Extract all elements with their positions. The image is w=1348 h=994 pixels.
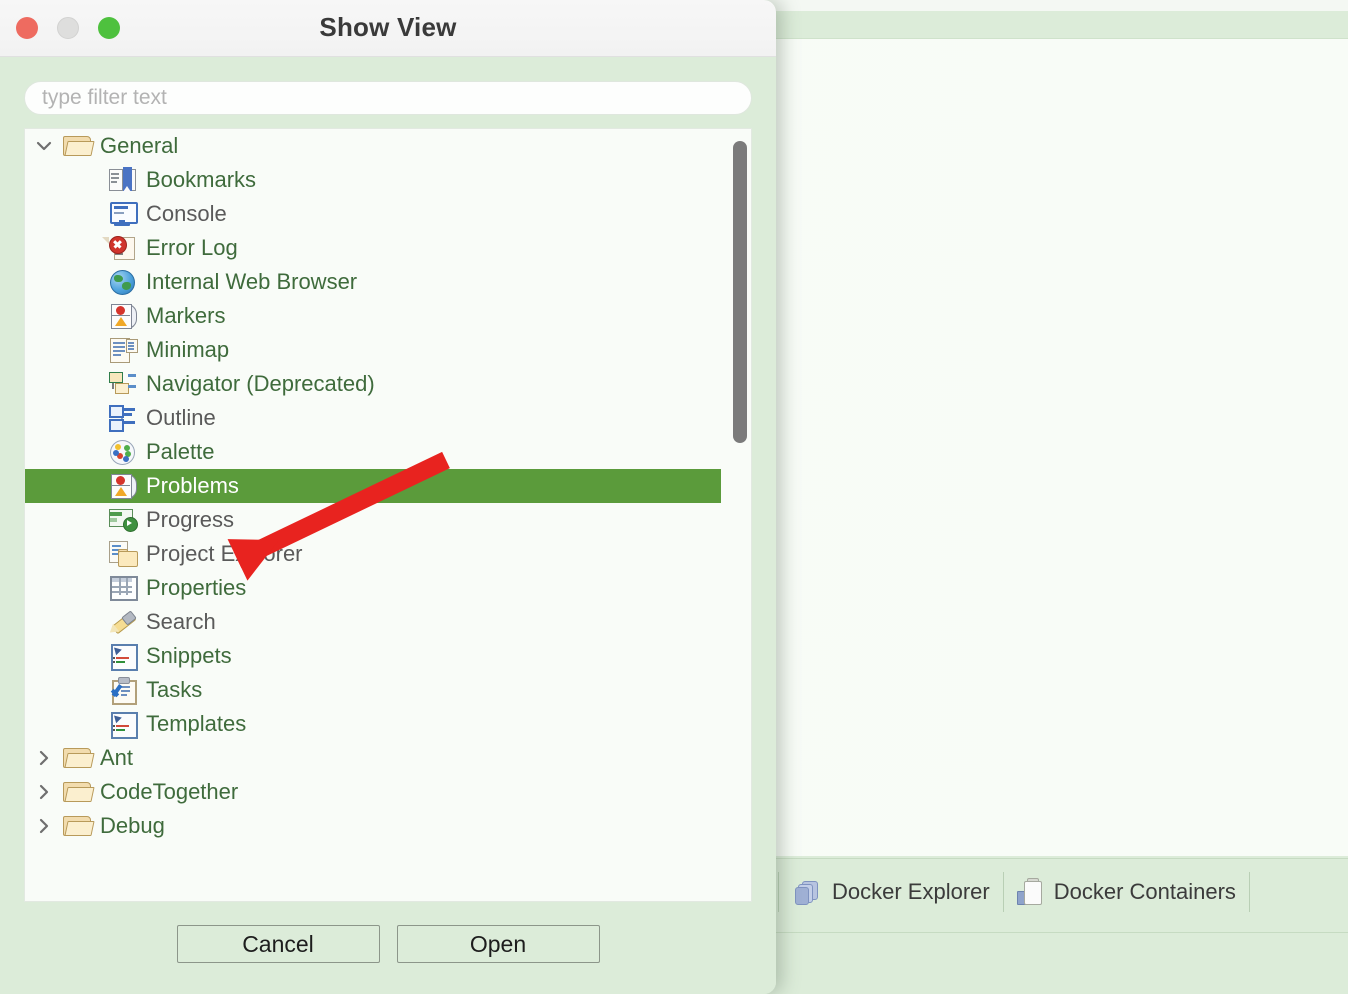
view-tree-list: General Bookmarks Console Error Log Internal… <box>25 129 721 843</box>
tree-item-ant[interactable]: Ant <box>25 741 721 775</box>
tree-item-progress[interactable]: Progress <box>25 503 721 537</box>
tree-item-codetogether[interactable]: CodeTogether <box>25 775 721 809</box>
dialog-button-row: Cancel Open <box>0 925 776 963</box>
tree-item-label: Minimap <box>146 337 230 362</box>
tree-item-label: General <box>100 133 179 158</box>
tree-item-label: Bookmarks <box>146 167 257 192</box>
cancel-button[interactable]: Cancel <box>176 925 380 963</box>
tree-item-problems[interactable]: Problems <box>25 469 721 503</box>
docker-explorer-icon <box>795 879 821 905</box>
folder-open-icon <box>63 813 95 839</box>
tree-item-general[interactable]: General <box>25 129 721 163</box>
tree-item-bookmarks[interactable]: Bookmarks <box>25 163 721 197</box>
folder-open-icon <box>63 745 95 771</box>
tree-item-label: Problems <box>146 473 239 498</box>
tree-item-outline[interactable]: Outline <box>25 401 721 435</box>
markers-icon <box>109 303 139 329</box>
minimap-icon <box>109 337 139 363</box>
tree-item-templates[interactable]: Templates <box>25 707 721 741</box>
tree-item-label: Debug <box>100 813 165 838</box>
dialog-title: Show View <box>319 12 457 42</box>
tree-item-snippets[interactable]: Snippets <box>25 639 721 673</box>
tree-item-label: Navigator (Deprecated) <box>146 371 375 396</box>
tree-item-label: CodeTogether <box>100 779 239 804</box>
tree-item-search[interactable]: Search <box>25 605 721 639</box>
chevron-down-icon[interactable] <box>25 136 63 156</box>
tab-docker-containers-label: Docker Containers <box>1053 879 1236 904</box>
tree-item-error-log[interactable]: Error Log <box>25 231 721 265</box>
tree-item-minimap[interactable]: Minimap <box>25 333 721 367</box>
outline-icon <box>109 405 139 432</box>
tree-item-navigator-deprecated[interactable]: Navigator (Deprecated) <box>25 367 721 401</box>
tasks-icon <box>109 677 139 705</box>
tree-item-label: Console <box>146 201 227 226</box>
tree-item-label: Ant <box>100 745 134 770</box>
background-view-tabs: Docker Explorer Docker Containers <box>778 872 1250 918</box>
chevron-right-icon[interactable] <box>25 816 63 836</box>
tree-item-label: Tasks <box>146 677 203 702</box>
tree-item-label: Properties <box>146 575 247 600</box>
console-icon <box>109 201 139 227</box>
tab-docker-containers[interactable]: Docker Containers <box>1004 872 1250 912</box>
view-tree[interactable]: General Bookmarks Console Error Log Internal… <box>24 128 752 902</box>
tree-item-label: Error Log <box>146 235 238 260</box>
properties-icon <box>109 575 139 601</box>
globe-icon <box>109 269 139 295</box>
snippets-icon <box>109 643 139 671</box>
tab-docker-explorer[interactable]: Docker Explorer <box>778 872 1004 912</box>
tree-item-label: Search <box>146 609 216 634</box>
tree-item-label: Progress <box>146 507 235 532</box>
palette-icon <box>109 439 139 465</box>
progress-icon <box>109 507 139 533</box>
tree-item-label: Palette <box>146 439 215 464</box>
tree-item-markers[interactable]: Markers <box>25 299 721 333</box>
tree-item-label: Markers <box>146 303 226 328</box>
filter-input[interactable] <box>24 81 752 115</box>
tree-item-label: Internal Web Browser <box>146 269 358 294</box>
tree-item-tasks[interactable]: Tasks <box>25 673 721 707</box>
tree-item-properties[interactable]: Properties <box>25 571 721 605</box>
open-button[interactable]: Open <box>396 925 600 963</box>
tree-item-label: Project Explorer <box>146 541 303 566</box>
chevron-right-icon[interactable] <box>25 782 63 802</box>
tree-item-debug[interactable]: Debug <box>25 809 721 843</box>
tree-item-internal-web-browser[interactable]: Internal Web Browser <box>25 265 721 299</box>
tree-item-label: Outline <box>146 405 216 430</box>
tree-item-label: Snippets <box>146 643 232 668</box>
error-log-icon <box>102 235 139 261</box>
navigator-icon <box>109 371 139 397</box>
tab-docker-explorer-label: Docker Explorer <box>832 879 990 904</box>
dialog-body: General Bookmarks Console Error Log Internal… <box>0 57 776 994</box>
docker-containers-icon <box>1016 878 1043 906</box>
folder-open-icon <box>63 133 95 159</box>
search-icon <box>106 609 139 637</box>
templates-icon <box>109 711 139 739</box>
bookmarks-icon <box>109 167 139 193</box>
tree-item-palette[interactable]: Palette <box>25 435 721 469</box>
dialog-titlebar: Show View <box>0 0 776 57</box>
problems-icon <box>109 473 139 499</box>
tree-item-project-explorer[interactable]: Project Explorer <box>25 537 721 571</box>
folder-open-icon <box>63 779 95 805</box>
project-explorer-icon <box>109 541 139 567</box>
tree-item-label: Templates <box>146 711 247 736</box>
chevron-right-icon[interactable] <box>25 748 63 768</box>
tree-item-console[interactable]: Console <box>25 197 721 231</box>
tree-scrollbar-thumb[interactable] <box>733 141 747 443</box>
tree-scrollbar[interactable] <box>733 131 747 899</box>
show-view-dialog: Show View General Bookmarks Console Error L… <box>0 0 776 994</box>
